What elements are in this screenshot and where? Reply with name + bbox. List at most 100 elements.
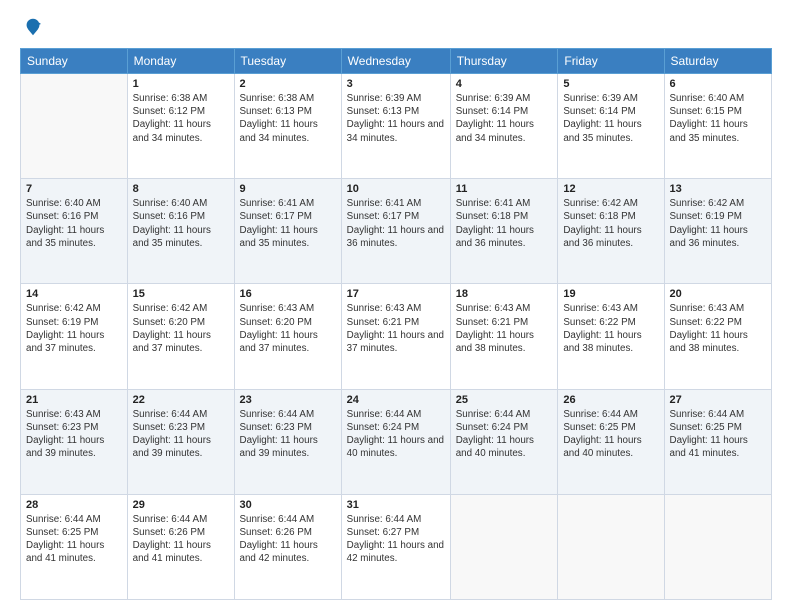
calendar-cell: 14 Sunrise: 6:42 AM Sunset: 6:19 PM Dayli… xyxy=(21,284,128,389)
calendar-cell: 3 Sunrise: 6:39 AM Sunset: 6:13 PM Daylig… xyxy=(341,74,450,179)
day-detail: Sunrise: 6:44 AM Sunset: 6:24 PM Dayligh… xyxy=(347,408,445,461)
day-detail: Sunrise: 6:44 AM Sunset: 6:25 PM Dayligh… xyxy=(670,408,766,461)
calendar-cell: 28 Sunrise: 6:44 AM Sunset: 6:25 PM Dayli… xyxy=(21,494,128,599)
day-number: 13 xyxy=(670,183,766,195)
day-detail: Sunrise: 6:44 AM Sunset: 6:24 PM Dayligh… xyxy=(456,408,553,461)
calendar-header-saturday: Saturday xyxy=(664,49,771,74)
calendar-header-tuesday: Tuesday xyxy=(234,49,341,74)
calendar-cell: 27 Sunrise: 6:44 AM Sunset: 6:25 PM Dayli… xyxy=(664,389,771,494)
calendar-cell: 16Sunrise: 6:43 AM Sunset: 6:20 PM Dayli… xyxy=(234,284,341,389)
day-detail: Sunrise: 6:44 AM Sunset: 6:25 PM Dayligh… xyxy=(26,513,122,566)
day-number: 4 xyxy=(456,78,553,90)
day-number: 30 xyxy=(240,499,336,511)
day-detail: Sunrise: 6:39 AM Sunset: 6:14 PM Dayligh… xyxy=(456,92,553,145)
calendar-cell: 30 Sunrise: 6:44 AM Sunset: 6:26 PM Dayli… xyxy=(234,494,341,599)
day-number: 25 xyxy=(456,394,553,406)
calendar-header-thursday: Thursday xyxy=(450,49,558,74)
calendar-header-friday: Friday xyxy=(558,49,664,74)
calendar-cell: 7Sunrise: 6:40 AM Sunset: 6:16 PM Daylig… xyxy=(21,179,128,284)
calendar-header-monday: Monday xyxy=(127,49,234,74)
day-number: 1 xyxy=(133,78,229,90)
day-number: 6 xyxy=(670,78,766,90)
day-number: 16 xyxy=(240,288,336,300)
day-number: 18 xyxy=(456,288,553,300)
day-detail: Sunrise: 6:43 AM Sunset: 6:21 PM Dayligh… xyxy=(456,302,553,355)
day-number: 11 xyxy=(456,183,553,195)
day-detail: Sunrise: 6:39 AM Sunset: 6:14 PM Dayligh… xyxy=(563,92,658,145)
calendar-header-wednesday: Wednesday xyxy=(341,49,450,74)
calendar-cell: 8 Sunrise: 6:40 AM Sunset: 6:16 PM Daylig… xyxy=(127,179,234,284)
day-detail: Sunrise: 6:43 AM Sunset: 6:22 PM Dayligh… xyxy=(670,302,766,355)
day-number: 17 xyxy=(347,288,445,300)
day-number: 2 xyxy=(240,78,336,90)
day-number: 14 xyxy=(26,288,122,300)
calendar-cell: 4 Sunrise: 6:39 AM Sunset: 6:14 PM Daylig… xyxy=(450,74,558,179)
day-detail: Sunrise: 6:42 AM Sunset: 6:18 PM Dayligh… xyxy=(563,197,658,250)
logo-icon xyxy=(22,16,44,38)
day-number: 10 xyxy=(347,183,445,195)
day-detail: Sunrise: 6:40 AM Sunset: 6:16 PM Dayligh… xyxy=(26,197,122,250)
logo xyxy=(20,16,46,38)
calendar-cell: 5 Sunrise: 6:39 AM Sunset: 6:14 PM Daylig… xyxy=(558,74,664,179)
day-detail: Sunrise: 6:38 AM Sunset: 6:13 PM Dayligh… xyxy=(240,92,336,145)
calendar-cell: 31Sunrise: 6:44 AM Sunset: 6:27 PM Dayli… xyxy=(341,494,450,599)
day-detail: Sunrise: 6:44 AM Sunset: 6:27 PM Dayligh… xyxy=(347,513,445,566)
day-detail: Sunrise: 6:44 AM Sunset: 6:25 PM Dayligh… xyxy=(563,408,658,461)
calendar-week-5: 28 Sunrise: 6:44 AM Sunset: 6:25 PM Dayli… xyxy=(21,494,772,599)
calendar-cell: 18 Sunrise: 6:43 AM Sunset: 6:21 PM Dayli… xyxy=(450,284,558,389)
day-number: 28 xyxy=(26,499,122,511)
calendar-cell: 29 Sunrise: 6:44 AM Sunset: 6:26 PM Dayli… xyxy=(127,494,234,599)
day-detail: Sunrise: 6:44 AM Sunset: 6:26 PM Dayligh… xyxy=(240,513,336,566)
day-number: 24 xyxy=(347,394,445,406)
day-detail: Sunrise: 6:40 AM Sunset: 6:16 PM Dayligh… xyxy=(133,197,229,250)
day-number: 23 xyxy=(240,394,336,406)
day-detail: Sunrise: 6:40 AM Sunset: 6:15 PM Dayligh… xyxy=(670,92,766,145)
calendar-cell: 20Sunrise: 6:43 AM Sunset: 6:22 PM Dayli… xyxy=(664,284,771,389)
day-detail: Sunrise: 6:44 AM Sunset: 6:23 PM Dayligh… xyxy=(240,408,336,461)
calendar-cell: 25 Sunrise: 6:44 AM Sunset: 6:24 PM Dayli… xyxy=(450,389,558,494)
day-detail: Sunrise: 6:44 AM Sunset: 6:23 PM Dayligh… xyxy=(133,408,229,461)
calendar-cell: 24 Sunrise: 6:44 AM Sunset: 6:24 PM Dayli… xyxy=(341,389,450,494)
day-number: 12 xyxy=(563,183,658,195)
day-detail: Sunrise: 6:41 AM Sunset: 6:17 PM Dayligh… xyxy=(240,197,336,250)
calendar-cell: 2 Sunrise: 6:38 AM Sunset: 6:13 PM Daylig… xyxy=(234,74,341,179)
calendar-cell: 9 Sunrise: 6:41 AM Sunset: 6:17 PM Daylig… xyxy=(234,179,341,284)
calendar-cell: 17 Sunrise: 6:43 AM Sunset: 6:21 PM Dayli… xyxy=(341,284,450,389)
calendar-cell: 26Sunrise: 6:44 AM Sunset: 6:25 PM Dayli… xyxy=(558,389,664,494)
calendar-cell: 11 Sunrise: 6:41 AM Sunset: 6:18 PM Dayli… xyxy=(450,179,558,284)
calendar-cell: 1 Sunrise: 6:38 AM Sunset: 6:12 PM Daylig… xyxy=(127,74,234,179)
day-detail: Sunrise: 6:43 AM Sunset: 6:21 PM Dayligh… xyxy=(347,302,445,355)
day-number: 9 xyxy=(240,183,336,195)
calendar-cell: 23 Sunrise: 6:44 AM Sunset: 6:23 PM Dayli… xyxy=(234,389,341,494)
day-number: 22 xyxy=(133,394,229,406)
day-number: 3 xyxy=(347,78,445,90)
calendar-cell: 13 Sunrise: 6:42 AM Sunset: 6:19 PM Dayli… xyxy=(664,179,771,284)
calendar-header-row: SundayMondayTuesdayWednesdayThursdayFrid… xyxy=(21,49,772,74)
day-detail: Sunrise: 6:42 AM Sunset: 6:19 PM Dayligh… xyxy=(26,302,122,355)
day-detail: Sunrise: 6:39 AM Sunset: 6:13 PM Dayligh… xyxy=(347,92,445,145)
calendar-week-2: 7Sunrise: 6:40 AM Sunset: 6:16 PM Daylig… xyxy=(21,179,772,284)
calendar-week-3: 14 Sunrise: 6:42 AM Sunset: 6:19 PM Dayli… xyxy=(21,284,772,389)
calendar-cell: 6 Sunrise: 6:40 AM Sunset: 6:15 PM Daylig… xyxy=(664,74,771,179)
day-detail: Sunrise: 6:44 AM Sunset: 6:26 PM Dayligh… xyxy=(133,513,229,566)
day-number: 5 xyxy=(563,78,658,90)
day-number: 19 xyxy=(563,288,658,300)
day-detail: Sunrise: 6:43 AM Sunset: 6:23 PM Dayligh… xyxy=(26,408,122,461)
calendar-cell xyxy=(450,494,558,599)
day-detail: Sunrise: 6:41 AM Sunset: 6:17 PM Dayligh… xyxy=(347,197,445,250)
calendar-week-4: 21Sunrise: 6:43 AM Sunset: 6:23 PM Dayli… xyxy=(21,389,772,494)
calendar-cell: 19Sunrise: 6:43 AM Sunset: 6:22 PM Dayli… xyxy=(558,284,664,389)
calendar-header-sunday: Sunday xyxy=(21,49,128,74)
calendar-cell xyxy=(21,74,128,179)
day-detail: Sunrise: 6:38 AM Sunset: 6:12 PM Dayligh… xyxy=(133,92,229,145)
day-number: 27 xyxy=(670,394,766,406)
calendar-cell xyxy=(558,494,664,599)
day-number: 29 xyxy=(133,499,229,511)
day-detail: Sunrise: 6:42 AM Sunset: 6:19 PM Dayligh… xyxy=(670,197,766,250)
calendar-cell: 12 Sunrise: 6:42 AM Sunset: 6:18 PM Dayli… xyxy=(558,179,664,284)
day-detail: Sunrise: 6:42 AM Sunset: 6:20 PM Dayligh… xyxy=(133,302,229,355)
page: SundayMondayTuesdayWednesdayThursdayFrid… xyxy=(0,0,792,612)
day-detail: Sunrise: 6:41 AM Sunset: 6:18 PM Dayligh… xyxy=(456,197,553,250)
calendar-cell: 15Sunrise: 6:42 AM Sunset: 6:20 PM Dayli… xyxy=(127,284,234,389)
day-number: 8 xyxy=(133,183,229,195)
